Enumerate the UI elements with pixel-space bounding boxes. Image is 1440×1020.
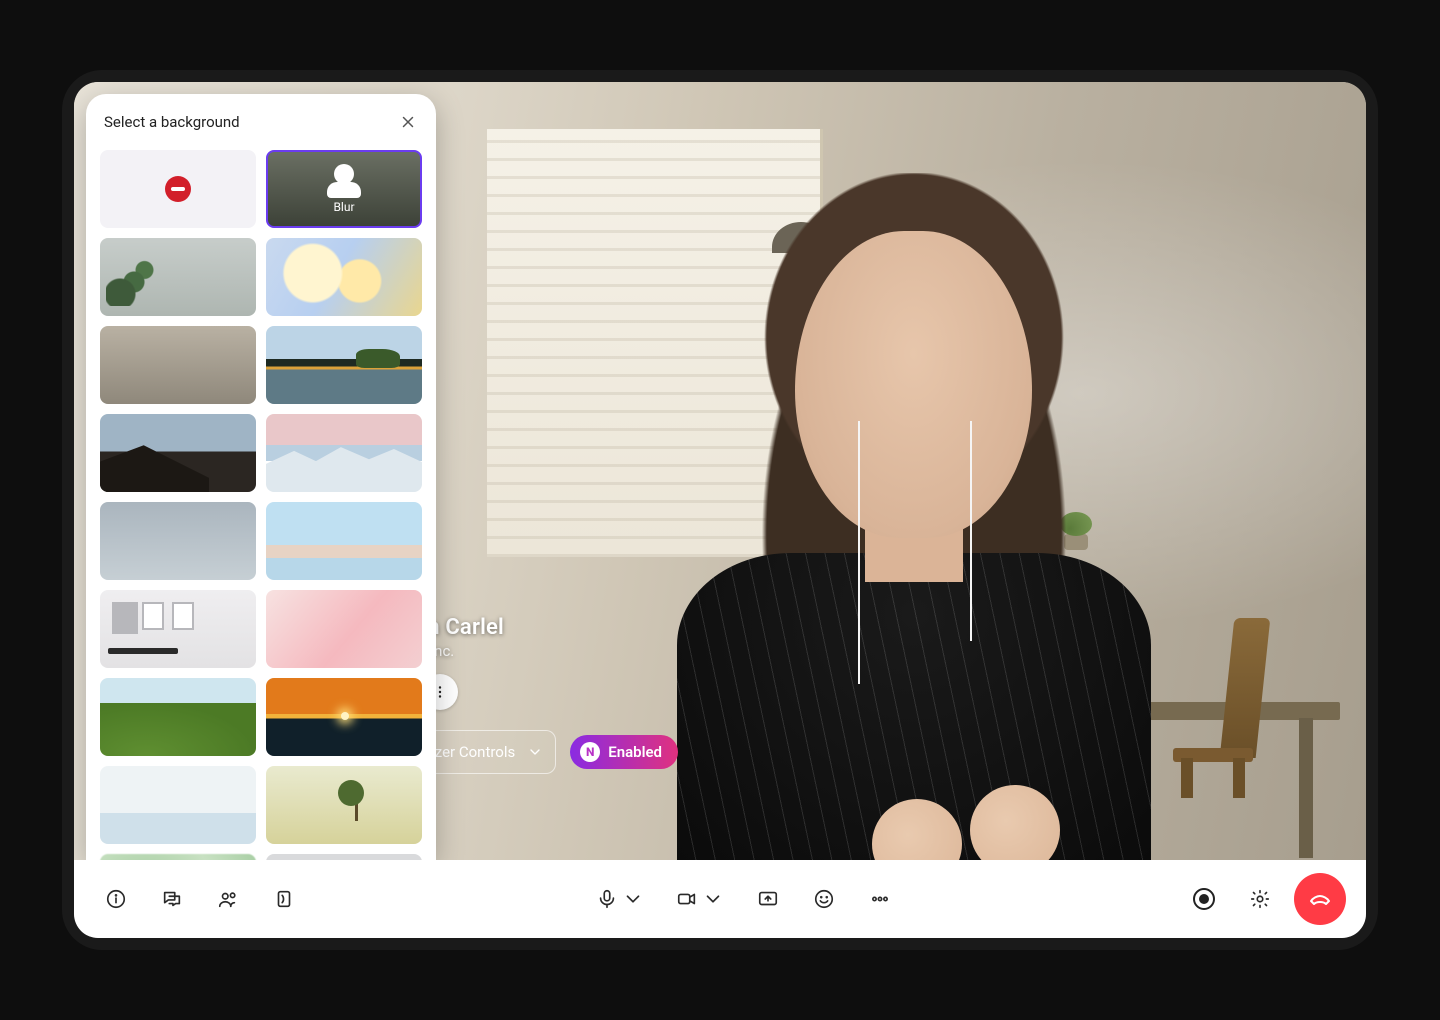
bg-option-sunset[interactable]: [266, 678, 422, 756]
apps-button[interactable]: [262, 877, 306, 921]
mic-button[interactable]: [586, 877, 654, 921]
bg-option-frames[interactable]: [100, 590, 256, 668]
bg-option-horizon[interactable]: [266, 502, 422, 580]
reactions-button[interactable]: [802, 877, 846, 921]
panel-title: Select a background: [104, 113, 240, 131]
share-screen-button[interactable]: [746, 877, 790, 921]
record-button[interactable]: [1182, 877, 1226, 921]
bg-option-mountain-dark[interactable]: [100, 414, 256, 492]
close-button[interactable]: [394, 108, 422, 136]
bg-option-mountain-snow[interactable]: [266, 414, 422, 492]
bg-option-none[interactable]: [100, 150, 256, 228]
info-button[interactable]: [94, 877, 138, 921]
share-screen-icon: [757, 888, 779, 910]
chevron-down-icon: [622, 888, 644, 910]
bg-option-tree[interactable]: [266, 766, 422, 844]
more-button[interactable]: [858, 877, 902, 921]
chat-icon: [161, 888, 183, 910]
app-frame: Kristin Carlel erolabs, Inc. Organizer C…: [62, 70, 1378, 950]
bg-option-sky[interactable]: [100, 502, 256, 580]
bg-option-branch[interactable]: [100, 238, 256, 316]
more-icon: [869, 888, 891, 910]
toolbar: [74, 860, 1366, 938]
camera-icon: [676, 888, 698, 910]
close-icon: [399, 113, 417, 131]
bg-option-lake[interactable]: [266, 326, 422, 404]
record-icon: [1193, 888, 1215, 910]
bg-option-green[interactable]: [100, 854, 256, 860]
chevron-down-icon: [527, 744, 543, 760]
bg-option-pink[interactable]: [266, 590, 422, 668]
bg-option-hill[interactable]: [100, 678, 256, 756]
background-grid: Blur: [86, 144, 436, 860]
chat-button[interactable]: [150, 877, 194, 921]
phone-down-icon: [1308, 887, 1332, 911]
enabled-badge[interactable]: N Enabled: [570, 735, 678, 769]
enabled-label: Enabled: [608, 743, 662, 761]
blur-label: Blur: [333, 200, 354, 214]
bg-option-bokeh[interactable]: [266, 238, 422, 316]
bg-option-ice[interactable]: [100, 766, 256, 844]
mic-icon: [596, 888, 618, 910]
bg-option-blur[interactable]: Blur: [266, 150, 422, 228]
none-icon: [165, 176, 191, 202]
settings-button[interactable]: [1238, 877, 1282, 921]
bg-option-wood[interactable]: [100, 326, 256, 404]
person-icon: [334, 164, 354, 184]
apps-icon: [273, 888, 295, 910]
smile-icon: [813, 888, 835, 910]
people-icon: [217, 888, 239, 910]
camera-button[interactable]: [666, 877, 734, 921]
video-stage: Kristin Carlel erolabs, Inc. Organizer C…: [74, 82, 1366, 860]
chevron-down-icon: [702, 888, 724, 910]
background-panel: Select a background Blur: [86, 94, 436, 860]
badge-glyph: N: [580, 742, 600, 762]
bg-option-grey-mountain[interactable]: [266, 854, 422, 860]
end-call-button[interactable]: [1294, 873, 1346, 925]
participants-button[interactable]: [206, 877, 250, 921]
info-icon: [105, 888, 127, 910]
gear-icon: [1249, 888, 1271, 910]
